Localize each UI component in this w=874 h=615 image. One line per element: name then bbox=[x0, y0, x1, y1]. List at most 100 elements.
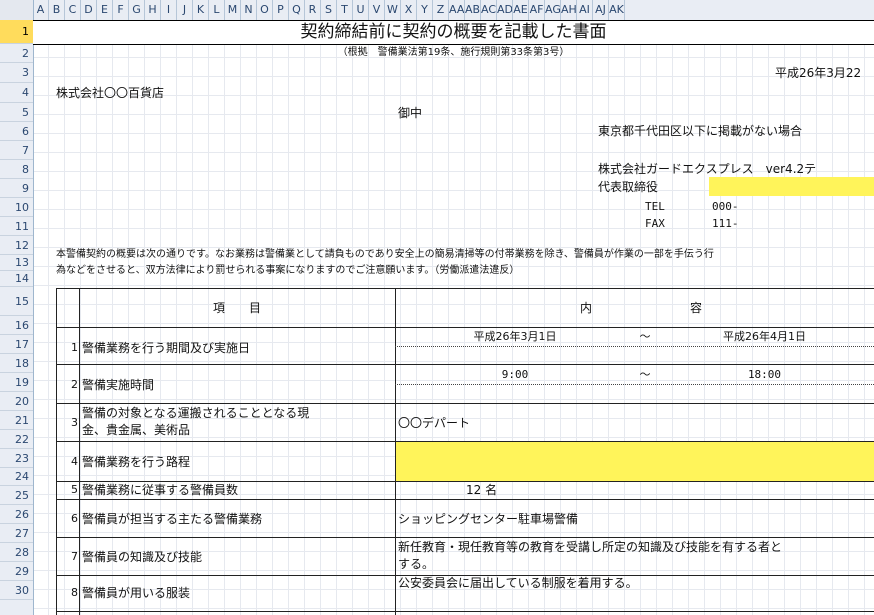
column-header-aa[interactable]: AA bbox=[449, 0, 465, 20]
row-header-22[interactable]: 22 bbox=[0, 430, 33, 449]
row-header-16[interactable]: 16 bbox=[0, 316, 33, 335]
row-1-start[interactable]: 平成26年3月1日 bbox=[395, 328, 635, 346]
column-header-s[interactable]: S bbox=[321, 0, 337, 20]
table-header-content-1[interactable]: 内 bbox=[580, 298, 592, 318]
column-header-ad[interactable]: AD bbox=[497, 0, 513, 20]
row-1-tilde[interactable]: ～ bbox=[635, 328, 655, 346]
column-header-r[interactable]: R bbox=[305, 0, 321, 20]
route-content-cell[interactable] bbox=[395, 441, 874, 481]
fax-label[interactable]: FAX bbox=[645, 215, 665, 233]
select-all-corner[interactable] bbox=[0, 0, 34, 20]
document-title[interactable]: 契約締結前に契約の概要を記載した書面 bbox=[33, 20, 874, 44]
row-header-25[interactable]: 25 bbox=[0, 486, 33, 505]
row-7-item[interactable]: 警備員の知識及び技能 bbox=[82, 547, 202, 567]
row-header-27[interactable]: 27 bbox=[0, 524, 33, 543]
recipient-name[interactable]: 株式会社〇〇百貨店 bbox=[56, 84, 164, 102]
table-header-item[interactable]: 項 目 bbox=[79, 298, 395, 318]
row-4-item[interactable]: 警備業務を行う路程 bbox=[82, 452, 190, 472]
row-7-content[interactable]: 新任教育・現任教育等の教育を受講し所定の知識及び技能を有する者と bbox=[398, 539, 874, 556]
column-header-ai[interactable]: AI bbox=[577, 0, 593, 20]
table-header-content-2[interactable]: 容 bbox=[690, 298, 702, 318]
column-header-o[interactable]: O bbox=[257, 0, 273, 20]
row-header-1[interactable]: 1 bbox=[0, 20, 33, 44]
tel-value[interactable]: 000- bbox=[712, 198, 739, 216]
sender-address[interactable]: 東京都千代田区以下に掲載がない場合 bbox=[598, 122, 802, 140]
column-header-u[interactable]: U bbox=[353, 0, 369, 20]
row-8-no[interactable]: 8 bbox=[56, 583, 78, 603]
row-5-content[interactable]: 12 名 bbox=[466, 481, 497, 499]
column-header-y[interactable]: Y bbox=[417, 0, 433, 20]
column-header-i[interactable]: I bbox=[161, 0, 177, 20]
column-header-t[interactable]: T bbox=[337, 0, 353, 20]
row-1-end[interactable]: 平成26年4月1日 bbox=[655, 328, 874, 346]
column-header-p[interactable]: P bbox=[273, 0, 289, 20]
notice-line-2[interactable]: 為などをさせると、双方法律により罰せられる事案になりますのでご注意願います。（労… bbox=[56, 263, 519, 279]
row-header-14[interactable]: 14 bbox=[0, 271, 33, 287]
column-header-m[interactable]: M bbox=[225, 0, 241, 20]
row-5-no[interactable]: 5 bbox=[56, 481, 78, 499]
row-3-content[interactable]: 〇〇デパート bbox=[398, 413, 470, 433]
row-header-24[interactable]: 24 bbox=[0, 468, 33, 486]
tel-label[interactable]: TEL bbox=[645, 198, 665, 216]
column-header-h[interactable]: H bbox=[145, 0, 161, 20]
column-header-x[interactable]: X bbox=[401, 0, 417, 20]
column-header-j[interactable]: J bbox=[177, 0, 193, 20]
row-header-9[interactable]: 9 bbox=[0, 179, 33, 198]
row-header-15[interactable]: 15 bbox=[0, 287, 33, 316]
row-header-8[interactable]: 8 bbox=[0, 160, 33, 179]
row-header-23[interactable]: 23 bbox=[0, 449, 33, 468]
legal-basis[interactable]: （根拠 警備業法第19条、施行規則第33条第3号） bbox=[33, 44, 874, 62]
row-header-18[interactable]: 18 bbox=[0, 354, 33, 373]
row-header-26[interactable]: 26 bbox=[0, 505, 33, 524]
representative-name-cell[interactable] bbox=[709, 177, 874, 196]
row-header-12[interactable]: 12 bbox=[0, 236, 33, 255]
sender-title[interactable]: 代表取締役 bbox=[598, 178, 658, 196]
row-header-4[interactable]: 4 bbox=[0, 83, 33, 103]
row-header-10[interactable]: 10 bbox=[0, 198, 33, 217]
row-3-item-line2[interactable]: 金、貴金属、美術品 bbox=[82, 422, 190, 439]
column-header-f[interactable]: F bbox=[113, 0, 129, 20]
sender-company[interactable]: 株式会社ガードエクスプレス ver4.2テ bbox=[598, 160, 816, 178]
row-header-30[interactable]: 30 bbox=[0, 581, 33, 600]
column-header-ac[interactable]: AC bbox=[481, 0, 497, 20]
row-2-item[interactable]: 警備実施時間 bbox=[82, 375, 154, 395]
row-8-content[interactable]: 公安委員会に届出している制服を着用する。 bbox=[398, 575, 638, 592]
row-header-28[interactable]: 28 bbox=[0, 543, 33, 562]
row-6-no[interactable]: 6 bbox=[56, 509, 78, 529]
row-5-item[interactable]: 警備業務に従事する警備員数 bbox=[82, 481, 238, 499]
row-header-17[interactable]: 17 bbox=[0, 335, 33, 354]
row-8-item[interactable]: 警備員が用いる服装 bbox=[82, 583, 190, 603]
column-header-ag[interactable]: AG bbox=[545, 0, 561, 20]
row-2-end[interactable]: 18:00 bbox=[655, 366, 874, 384]
column-header-w[interactable]: W bbox=[385, 0, 401, 20]
onchu-label[interactable]: 御中 bbox=[398, 104, 422, 122]
row-header-3[interactable]: 3 bbox=[0, 63, 33, 83]
row-6-item[interactable]: 警備員が担当する主たる警備業務 bbox=[82, 509, 262, 529]
row-header-11[interactable]: 11 bbox=[0, 217, 33, 236]
column-header-v[interactable]: V bbox=[369, 0, 385, 20]
row-6-content[interactable]: ショッピングセンター駐車場警備 bbox=[398, 509, 578, 529]
spreadsheet[interactable]: A B C D E F G H I J K L M N O P Q R S T U V W X Y Z AA AB AC AD AE AF AG… bbox=[0, 0, 874, 615]
column-header-n[interactable]: N bbox=[241, 0, 257, 20]
notice-line-1[interactable]: 本警備契約の概要は次の通りです。なお業務は警備業として請負ものであり安全上の簡易… bbox=[56, 247, 874, 263]
column-header-e[interactable]: E bbox=[97, 0, 113, 20]
column-header-ab[interactable]: AB bbox=[465, 0, 481, 20]
column-header-g[interactable]: G bbox=[129, 0, 145, 20]
row-header-29[interactable]: 29 bbox=[0, 562, 33, 581]
row-header-20[interactable]: 20 bbox=[0, 392, 33, 411]
row-3-item[interactable]: 警備の対象となる運搬されることとなる現 bbox=[82, 405, 309, 422]
row-header-5[interactable]: 5 bbox=[0, 103, 33, 122]
column-header-d[interactable]: D bbox=[81, 0, 97, 20]
row-1-item[interactable]: 警備業務を行う期間及び実施日 bbox=[82, 338, 250, 358]
column-header-k[interactable]: K bbox=[193, 0, 209, 20]
row-2-no[interactable]: 2 bbox=[56, 375, 78, 395]
row-header-2[interactable]: 2 bbox=[0, 44, 33, 63]
document-date[interactable]: 平成26年3月22 bbox=[775, 64, 861, 82]
column-header-z[interactable]: Z bbox=[433, 0, 449, 20]
column-header-l[interactable]: L bbox=[209, 0, 225, 20]
row-3-no[interactable]: 3 bbox=[56, 413, 78, 433]
column-header-ae[interactable]: AE bbox=[513, 0, 529, 20]
column-header-ah[interactable]: AH bbox=[561, 0, 577, 20]
row-7-no[interactable]: 7 bbox=[56, 547, 78, 567]
row-header-6[interactable]: 6 bbox=[0, 122, 33, 141]
